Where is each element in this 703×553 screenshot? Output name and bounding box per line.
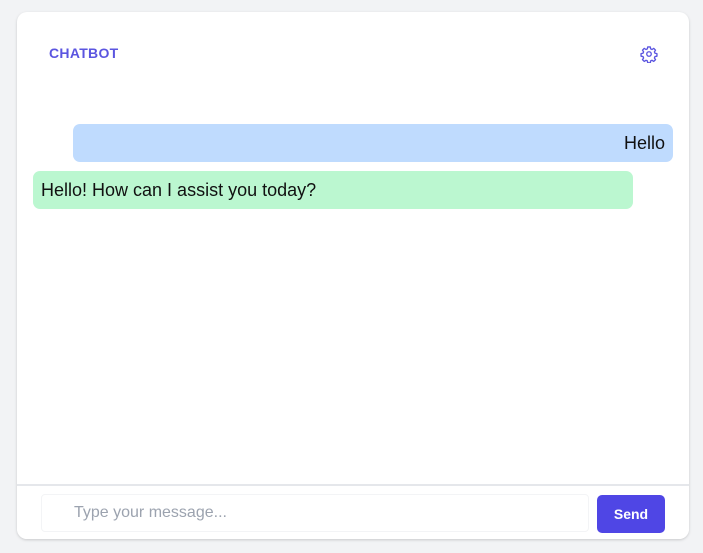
send-button[interactable]: Send	[597, 495, 665, 533]
user-message: Hello	[73, 124, 673, 162]
app-title: CHATBOT	[49, 45, 119, 61]
gear-icon[interactable]	[640, 45, 658, 63]
composer: Send	[17, 484, 689, 539]
message-list: Hello Hello! How can I assist you today?	[17, 96, 689, 484]
bot-message: Hello! How can I assist you today?	[33, 171, 633, 209]
chat-header: CHATBOT	[17, 12, 689, 96]
message-input[interactable]	[41, 494, 589, 532]
chat-window: CHATBOT Hello Hello! How can I assist yo…	[17, 12, 689, 539]
